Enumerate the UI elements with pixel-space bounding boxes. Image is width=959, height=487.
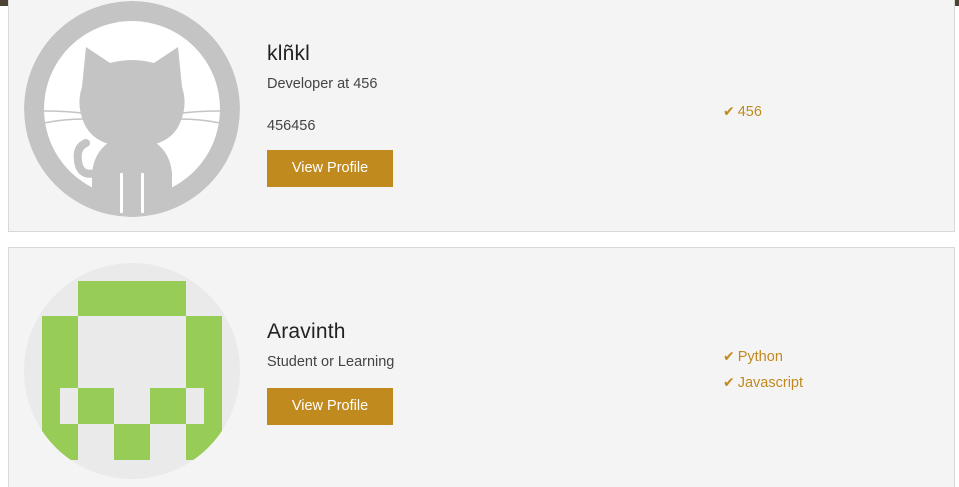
skills-list: ✔ Python ✔ Javascript — [723, 347, 803, 399]
skill-label: Javascript — [737, 375, 804, 391]
view-profile-button[interactable]: View Profile — [267, 150, 393, 187]
check-icon: ✔ — [723, 103, 735, 119]
profile-location: 456456 — [267, 118, 316, 134]
profile-avatar — [24, 263, 240, 479]
profile-card: klñkl Developer at 456 456456 View Profi… — [8, 0, 955, 232]
skill-item: ✔ 456 — [723, 102, 762, 128]
profile-info: klñkl Developer at 456 456456 View Profi… — [267, 42, 393, 187]
profile-avatar — [24, 1, 240, 217]
skill-label: Python — [737, 349, 783, 365]
profile-name: Aravinth — [267, 320, 346, 343]
profile-info: Aravinth Student or Learning View Profil… — [267, 320, 394, 425]
skill-item: ✔ Python — [723, 347, 803, 373]
check-icon: ✔ — [723, 374, 735, 390]
profile-card: Aravinth Student or Learning View Profil… — [8, 247, 955, 487]
skills-list: ✔ 456 — [723, 102, 762, 128]
profile-title: Developer at 456 — [267, 76, 378, 92]
skill-label: 456 — [737, 104, 762, 120]
skill-item: ✔ Javascript — [723, 373, 803, 399]
profile-name: klñkl — [267, 42, 311, 65]
github-octocat-icon — [24, 1, 240, 217]
view-profile-button[interactable]: View Profile — [267, 388, 393, 425]
check-icon: ✔ — [723, 348, 735, 364]
identicon — [42, 281, 222, 460]
profile-title: Student or Learning — [267, 354, 395, 370]
